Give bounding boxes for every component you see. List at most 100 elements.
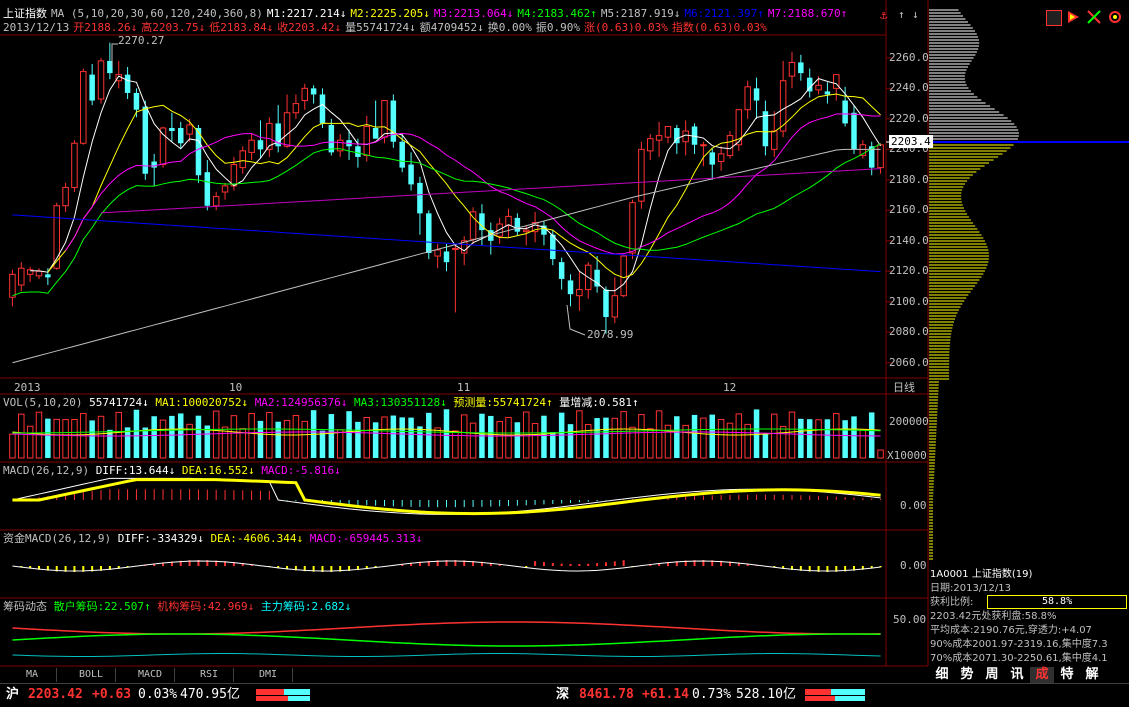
side-tab-explain[interactable]: 解 bbox=[1080, 667, 1104, 683]
candle-body bbox=[851, 112, 857, 150]
candle-body bbox=[186, 124, 193, 135]
tab-rsi[interactable]: RSI bbox=[185, 668, 234, 682]
volume-bar bbox=[266, 412, 273, 459]
side-tab-trend[interactable]: 势 bbox=[955, 667, 979, 683]
volume-bar bbox=[824, 419, 831, 458]
candle-body bbox=[133, 92, 140, 110]
settings-icon[interactable] bbox=[1108, 10, 1122, 24]
sh-price: 2203.42 bbox=[28, 687, 83, 702]
ma3-value: M3:2213.064↓ bbox=[433, 7, 514, 20]
sz-price: 8461.78 bbox=[579, 687, 634, 702]
candle-body bbox=[417, 182, 423, 214]
candle-body bbox=[71, 142, 78, 188]
volume-bar bbox=[195, 415, 202, 458]
volume-bar bbox=[390, 415, 397, 458]
ma5-value: M5:2187.919↓ bbox=[600, 7, 681, 20]
tab-macd[interactable]: MACD bbox=[126, 668, 175, 682]
candle-body bbox=[744, 86, 751, 111]
open-value: 开2188.26↓ bbox=[73, 21, 138, 34]
side-tab-news[interactable]: 讯 bbox=[1005, 667, 1029, 683]
volume-bar bbox=[717, 418, 725, 459]
current-price-label: 2203.4 bbox=[889, 135, 933, 148]
side-tab-detail[interactable]: 细 bbox=[930, 667, 954, 683]
side-tab-special[interactable]: 特 bbox=[1055, 667, 1079, 683]
side-tab-chips[interactable]: 成 bbox=[1030, 667, 1054, 683]
ma4-value: M4:2183.462↑ bbox=[517, 7, 597, 20]
sz-amount: 528.10亿 bbox=[736, 687, 796, 702]
candle-body bbox=[248, 139, 255, 153]
sz-breadth-bar bbox=[805, 689, 865, 701]
volume-bar bbox=[541, 415, 547, 458]
side-tab-week[interactable]: 周 bbox=[980, 667, 1004, 683]
candle-body bbox=[558, 262, 565, 279]
tab-ma[interactable]: MA bbox=[8, 668, 57, 682]
candle-body bbox=[151, 161, 157, 168]
volume-bar bbox=[230, 415, 238, 459]
volume-bar bbox=[638, 414, 645, 459]
candle-body bbox=[319, 94, 326, 124]
candle-body bbox=[717, 153, 725, 163]
volume-bar bbox=[611, 417, 619, 459]
chip-info-date: 日期:2013/12/13 bbox=[930, 583, 1012, 594]
volume-bar bbox=[328, 414, 335, 458]
vol-axis-unit: X10000 bbox=[887, 449, 927, 462]
vol-ratio: 量增减:0.581↑ bbox=[559, 396, 639, 409]
tab-dmi[interactable]: DMI bbox=[244, 668, 293, 682]
sz-change: +61.14 bbox=[642, 687, 689, 702]
candle-body bbox=[426, 213, 432, 253]
candle-body bbox=[611, 295, 619, 318]
down-arrow-icon[interactable]: ↓ bbox=[912, 8, 919, 21]
chip-label: 筹码动态 bbox=[3, 600, 47, 613]
profit-ratio-value: 58.8% bbox=[1042, 596, 1073, 607]
profit-ratio-bar: 58.8% bbox=[987, 595, 1127, 609]
candle-body bbox=[726, 135, 734, 156]
candle-body bbox=[328, 124, 335, 153]
volume-bar bbox=[700, 417, 707, 459]
volume-bar bbox=[133, 409, 140, 458]
candle-body bbox=[381, 100, 388, 138]
volume-bar bbox=[443, 409, 450, 458]
price-tick-label: 2180.0 bbox=[889, 172, 929, 186]
volume-bar bbox=[674, 416, 680, 458]
candle-body bbox=[204, 172, 211, 206]
macd-header: MACD(26,12,9) DIFF:13.644↓ DEA:16.552↓ M… bbox=[3, 464, 341, 477]
volume-bar bbox=[26, 425, 34, 459]
volume-bar bbox=[355, 421, 361, 458]
tab-boll[interactable]: BOLL bbox=[67, 668, 116, 682]
price-tick-label: 2120.0 bbox=[889, 264, 929, 278]
chip-info-line4: 70%成本2071.30-2250.61,集中度4.1 bbox=[930, 653, 1108, 664]
inst-chip-line bbox=[12, 621, 881, 635]
sh-amount: 470.95亿 bbox=[180, 687, 240, 702]
tools-icon[interactable] bbox=[1087, 10, 1101, 24]
volume-bar bbox=[417, 426, 423, 458]
chart-mode-icon[interactable] bbox=[1046, 10, 1062, 26]
volume-bar bbox=[584, 424, 592, 459]
volume-bar bbox=[753, 409, 760, 458]
sh-pct: 0.03% bbox=[138, 687, 178, 702]
price-tick-label: 2220.0 bbox=[889, 111, 929, 125]
volume-bar bbox=[212, 410, 220, 459]
volume-bar bbox=[169, 415, 175, 458]
candle-body bbox=[310, 88, 317, 95]
volume-bar bbox=[488, 415, 494, 458]
candle-body bbox=[514, 217, 521, 232]
candle-body bbox=[443, 251, 450, 263]
ohlc-header-line: 2013/12/13 开2188.26↓ 高2203.75↓ 低2183.84↓ 收22… bbox=[3, 21, 771, 34]
candle-body bbox=[18, 267, 25, 286]
candle-body bbox=[877, 144, 884, 169]
anchor-icon[interactable]: ⚓ bbox=[880, 8, 887, 22]
fund-macd-diff: DIFF:-334329↓ bbox=[117, 532, 204, 545]
index-name: 上证指数 bbox=[3, 7, 47, 20]
chip-info-code: 1A0001 上证指数(19) bbox=[930, 569, 1033, 580]
volume-bar bbox=[868, 412, 875, 458]
volume-bar bbox=[691, 414, 698, 458]
play-icon[interactable] bbox=[1066, 10, 1080, 24]
volume-bar bbox=[159, 419, 167, 459]
candle-body bbox=[709, 152, 716, 165]
volume-bar bbox=[408, 417, 414, 458]
period-label[interactable]: 日线 bbox=[893, 381, 915, 394]
volume-bar bbox=[248, 413, 255, 459]
chip-retail: 散户筹码:22.507↑ bbox=[53, 600, 151, 613]
up-arrow-icon[interactable]: ↑ bbox=[898, 8, 905, 21]
high-marker-line bbox=[111, 43, 118, 67]
